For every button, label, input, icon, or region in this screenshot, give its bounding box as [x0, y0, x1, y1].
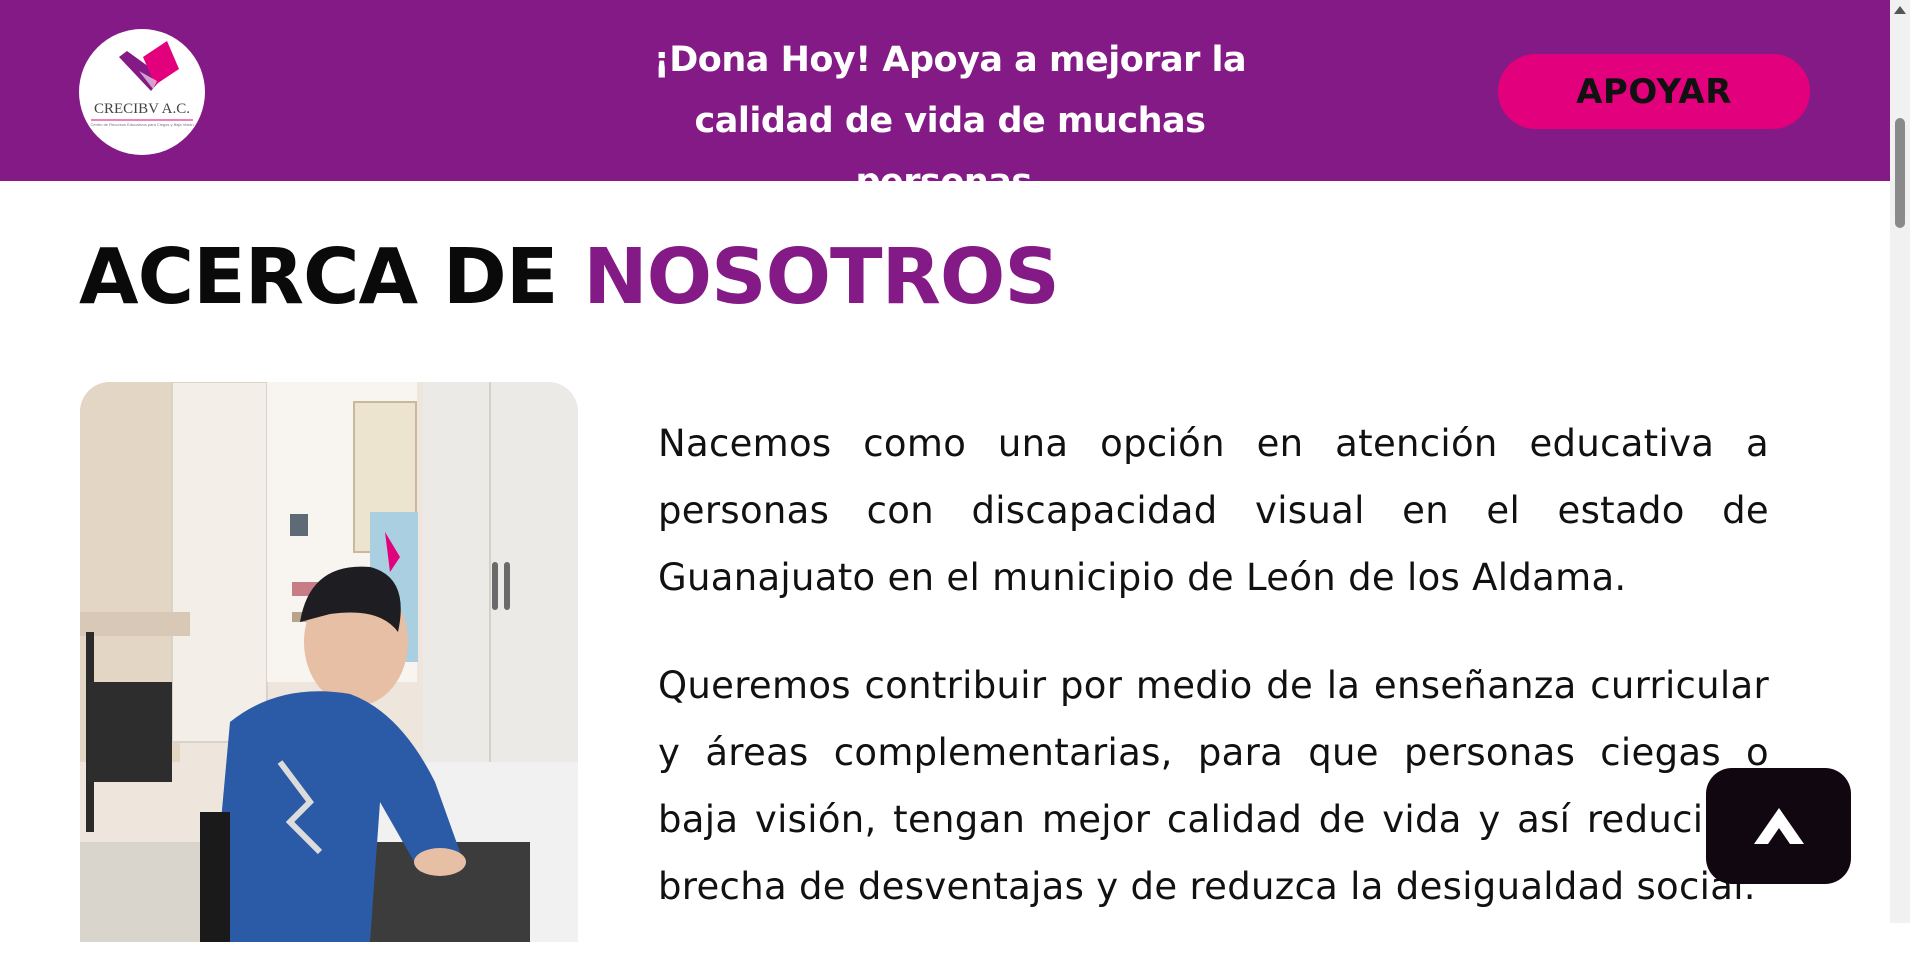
- title-part-acerca-de: ACERCA DE: [79, 233, 584, 322]
- svg-text:CRECIBV A.C.: CRECIBV A.C.: [94, 101, 190, 117]
- scroll-up-arrow-icon[interactable]: [1894, 6, 1906, 14]
- chevron-up-icon: [1753, 808, 1804, 844]
- section-title: ACERCA DE NOSOTROS: [79, 230, 1060, 326]
- scrollbar-thumb[interactable]: [1895, 118, 1905, 228]
- svg-text:Centro de Recursos Educativos: Centro de Recursos Educativos para Ciego…: [90, 122, 193, 127]
- scroll-to-top-button[interactable]: [1706, 768, 1851, 884]
- donation-message: ¡Dona Hoy! Apoya a mejorar la calidad de…: [653, 40, 1247, 202]
- about-paragraph-2: Queremos contribuir por medio de la ense…: [658, 664, 1769, 908]
- apoyar-button[interactable]: APOYAR: [1498, 54, 1810, 129]
- about-paragraph-1: Nacemos como una opción en atención educ…: [658, 422, 1769, 599]
- logo-graphic: CRECIBV A.C. Centro de Recursos Educativ…: [90, 41, 194, 127]
- crecibv-logo[interactable]: CRECIBV A.C. Centro de Recursos Educativ…: [79, 29, 205, 155]
- title-part-nosotros: NOSOTROS: [583, 233, 1060, 322]
- student-photo: [80, 382, 578, 942]
- about-text: Nacemos como una opción en atención educ…: [658, 410, 1769, 961]
- photo-illustration: [80, 382, 578, 942]
- donation-banner: CRECIBV A.C. Centro de Recursos Educativ…: [0, 0, 1890, 202]
